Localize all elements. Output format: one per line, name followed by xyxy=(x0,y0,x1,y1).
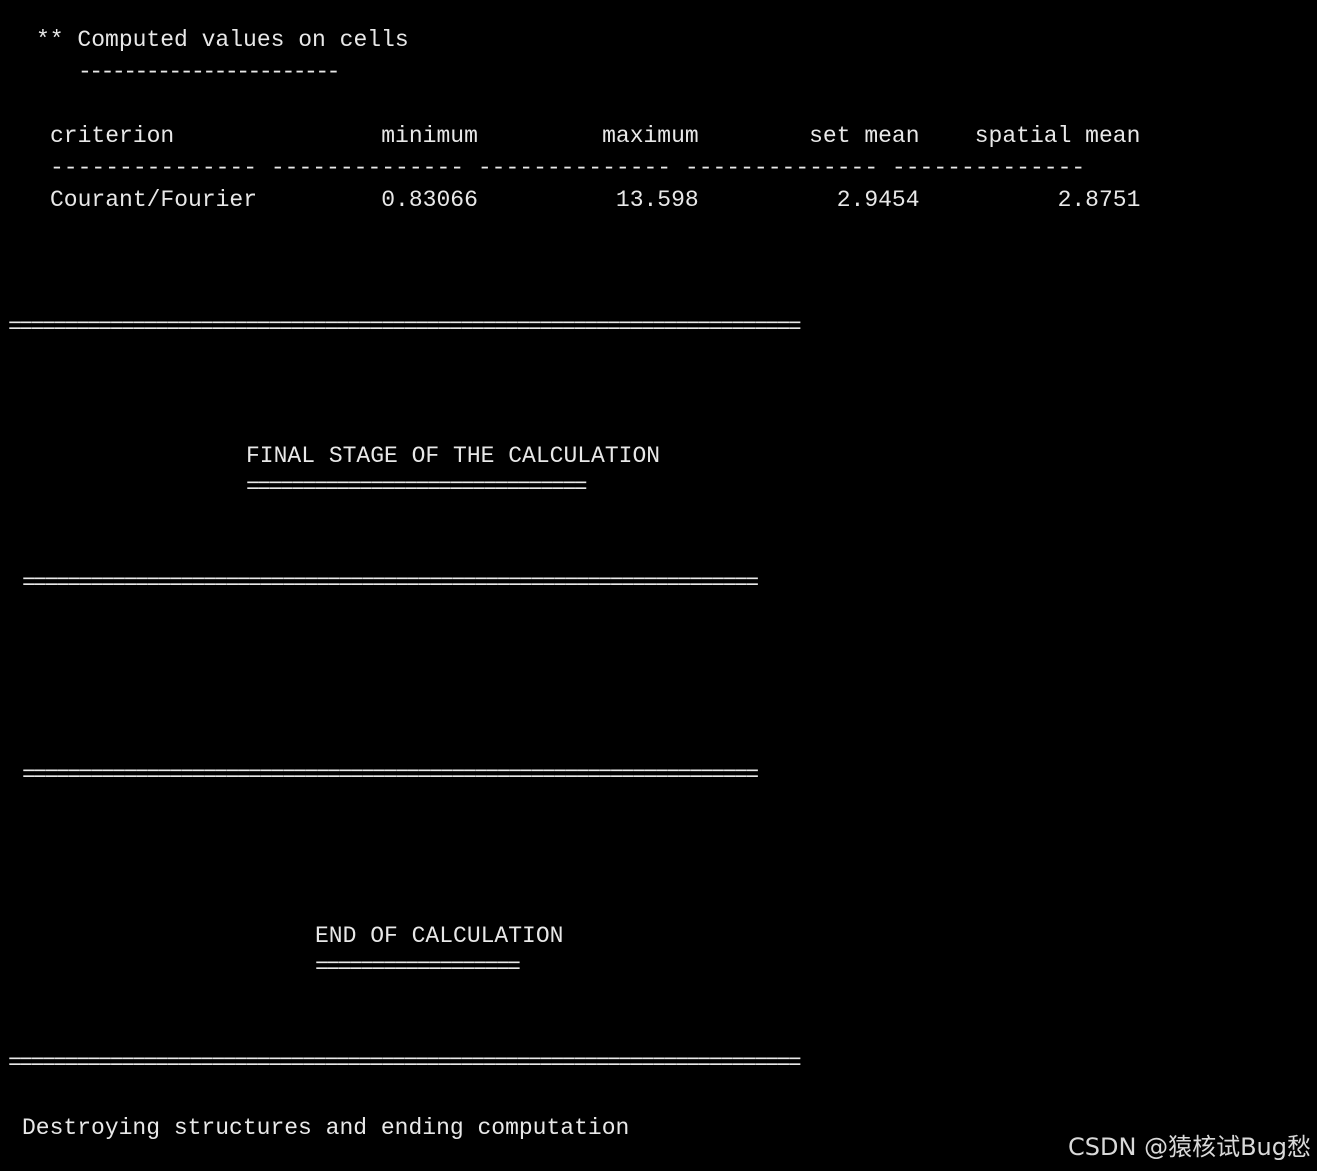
table-row: Courant/Fourier 0.83066 13.598 2.9454 2.… xyxy=(50,187,1141,213)
final-message: Destroying structures and ending computa… xyxy=(22,1115,630,1141)
terminal-output: ** Computed values on cells ------------… xyxy=(0,0,1317,1171)
table-divider: --------------- -------------- ---------… xyxy=(50,155,1086,181)
table-header: criterion minimum maximum set mean spati… xyxy=(50,123,1141,149)
end-underline: ================== xyxy=(315,954,521,980)
watermark: CSDN @猿核试Bug愁 xyxy=(1068,1133,1311,1161)
end-title: END OF CALCULATION xyxy=(315,923,564,949)
final-stage-title: FINAL STAGE OF THE CALCULATION xyxy=(246,443,661,469)
section-heading: ** Computed values on cells xyxy=(36,27,409,53)
separator-line: ========================================… xyxy=(8,1050,802,1076)
separator-line: ========================================… xyxy=(22,570,759,596)
separator-line: ========================================… xyxy=(8,314,802,340)
section-heading-underline: ----------------------- xyxy=(78,59,340,85)
separator-line: ========================================… xyxy=(22,762,759,788)
final-stage-underline: ============================== xyxy=(246,474,588,500)
